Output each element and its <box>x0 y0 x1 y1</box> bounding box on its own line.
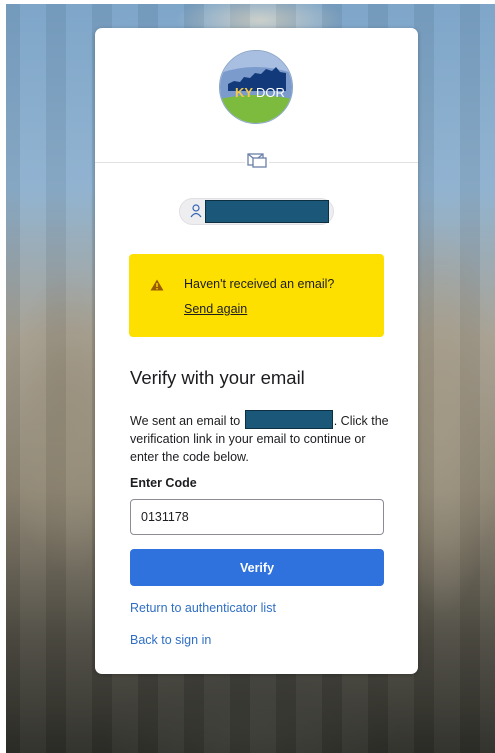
alert-title: Haven't received an email? <box>184 277 335 291</box>
window-edge-top <box>0 0 495 4</box>
redacted-identifier <box>205 200 329 223</box>
window-edge <box>0 0 6 753</box>
kydor-logo-graphic: KY DOR <box>220 51 292 123</box>
auth-card: KY DOR Haven't received an email? Send a… <box>95 28 418 674</box>
code-field-label: Enter Code <box>130 476 197 490</box>
verify-button[interactable]: Verify <box>130 549 384 586</box>
warning-icon <box>150 278 164 296</box>
instructions-text-start: We sent an email to <box>130 414 244 428</box>
instructions-text: We sent an email to . Click the verifica… <box>130 410 392 466</box>
redacted-email <box>244 410 333 429</box>
code-input[interactable] <box>130 499 384 535</box>
user-identifier-chip <box>179 198 334 225</box>
return-to-authenticator-link[interactable]: Return to authenticator list <box>130 601 276 615</box>
resend-alert: Haven't received an email? Send again <box>129 254 384 337</box>
logo-text-ky: KY <box>235 85 253 100</box>
kydor-logo: KY DOR <box>219 50 293 124</box>
send-again-link[interactable]: Send again <box>184 302 247 316</box>
page-title: Verify with your email <box>130 367 305 388</box>
mail-icon <box>245 151 269 171</box>
back-to-sign-in-link[interactable]: Back to sign in <box>130 633 211 647</box>
logo-text-dor: DOR <box>256 85 285 100</box>
user-icon <box>190 204 202 223</box>
